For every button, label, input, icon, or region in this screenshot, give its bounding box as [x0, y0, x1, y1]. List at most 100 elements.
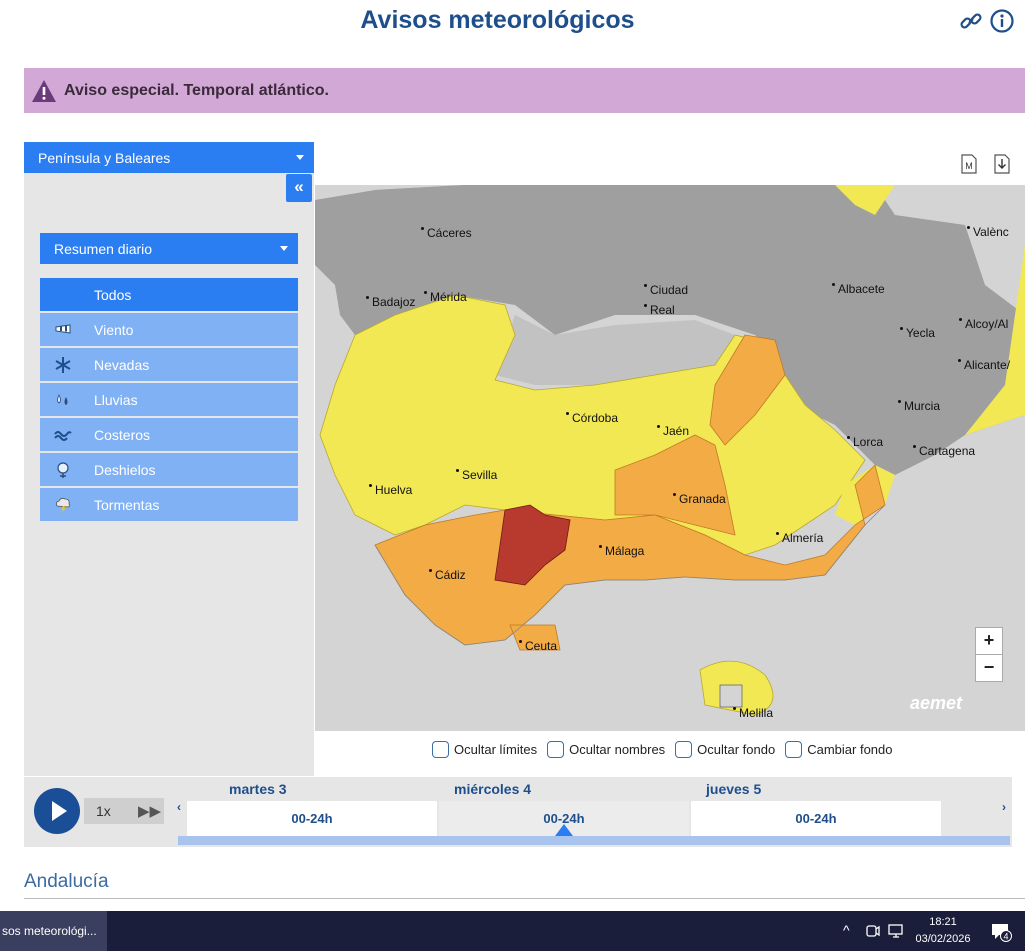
city-label: Córdoba [565, 411, 619, 425]
filter-todos[interactable]: Todos [40, 278, 298, 311]
region-select-label: Península y Baleares [38, 149, 171, 166]
city-label: Albacete [832, 282, 885, 296]
city-label: Cáceres [421, 226, 472, 240]
tray-expand-icon[interactable]: ^ [843, 922, 850, 938]
filter-costeros[interactable]: Costeros [40, 418, 298, 451]
city-label: Almería [775, 531, 824, 545]
timeline-day[interactable]: martes 3 00-24h [187, 777, 439, 836]
timeline-marker[interactable] [555, 824, 573, 836]
summary-select-label: Resumen diario [54, 240, 153, 257]
area-title: Andalucía [24, 871, 109, 892]
city-label: Ceuta [518, 639, 558, 653]
taskbar-app-item[interactable]: sos meteorológi... [0, 911, 107, 951]
warnings-map[interactable]: Cáceres Badajoz Mérida Ciudad Real Albac… [315, 185, 1025, 731]
zoom-out-button[interactable]: − [975, 654, 1003, 682]
snowflake-icon [55, 357, 71, 373]
city-label: Badajoz [365, 295, 416, 309]
network-icon[interactable] [887, 923, 905, 939]
summary-select[interactable]: Resumen diario [40, 233, 298, 264]
city-label: Murcia [897, 399, 941, 413]
clock-date: 03/02/2026 [915, 933, 971, 945]
notifications-icon[interactable]: 4 [990, 921, 1012, 943]
option-label: Ocultar fondo [697, 742, 776, 757]
download-icon[interactable] [993, 153, 1011, 175]
timeline-next-button[interactable]: › [1002, 800, 1006, 814]
hide-background-checkbox[interactable]: Ocultar fondo [675, 741, 775, 758]
city-label: Alicante/ [957, 358, 1011, 372]
map-canvas [315, 185, 1025, 731]
meet-now-icon[interactable] [864, 923, 880, 939]
storm-icon [55, 497, 71, 513]
wind-icon [55, 324, 71, 334]
city-label: Mérida [424, 290, 467, 304]
checkbox-box[interactable] [432, 741, 449, 758]
time-slot[interactable]: 00-24h [691, 801, 941, 836]
filter-label: Lluvias [94, 392, 138, 408]
info-icon[interactable] [989, 8, 1015, 34]
day-name: martes 3 [229, 781, 287, 797]
timeline-prev-button[interactable]: ‹ [177, 800, 181, 814]
fast-forward-icon[interactable]: ▶▶ [138, 802, 161, 820]
rain-icon [57, 394, 68, 405]
city-label: Jaén [656, 424, 690, 438]
filter-deshielos[interactable]: Deshielos [40, 453, 298, 486]
city-label: Huelva [368, 483, 413, 497]
play-button[interactable] [34, 788, 80, 834]
time-slot[interactable]: 00-24h [187, 801, 437, 836]
filter-label: Todos [94, 287, 132, 303]
filter-label: Costeros [94, 427, 151, 443]
option-label: Ocultar límites [454, 742, 538, 757]
city-label: Valènc [967, 225, 1009, 239]
special-warning-banner: Aviso especial. Temporal atlántico. [24, 68, 1025, 113]
city-label: Málaga [598, 544, 645, 558]
region-select[interactable]: Península y Baleares [24, 142, 314, 173]
change-background-checkbox[interactable]: Cambiar fondo [785, 741, 893, 758]
hide-limits-checkbox[interactable]: Ocultar límites [432, 741, 537, 758]
city-label: Ciudad [643, 283, 689, 297]
filter-viento[interactable]: Viento [40, 313, 298, 346]
city-label: Alcoy/Al [958, 317, 1009, 331]
city-label: Melilla [732, 706, 774, 720]
waves-icon [54, 431, 72, 441]
checkbox-box[interactable] [547, 741, 565, 758]
speed-control[interactable]: 1x ▶▶ [84, 798, 164, 824]
city-label: Cádiz [429, 568, 466, 582]
timeline-scrollbar[interactable] [178, 836, 1010, 845]
taskbar-clock[interactable]: 18:21 03/02/2026 [908, 914, 978, 948]
caret-down-icon [296, 155, 304, 160]
filter-nevadas[interactable]: Nevadas [40, 348, 298, 381]
filter-label: Nevadas [94, 357, 150, 373]
city-label: Granada [673, 492, 726, 506]
warning-triangle-icon [32, 79, 56, 102]
checkbox-box[interactable] [675, 741, 693, 758]
page-header: Avisos meteorológicos [0, 0, 1025, 50]
option-label: Ocultar nombres [569, 742, 666, 757]
city-label: Lorca [846, 435, 884, 449]
city-label: Cartagena [912, 444, 976, 458]
filter-label: Viento [94, 322, 134, 338]
notifications-badge: 4 [1003, 932, 1008, 942]
page-title: Avisos meteorológicos [360, 6, 635, 34]
link-icon[interactable] [958, 8, 984, 34]
banner-text: Aviso especial. Temporal atlántico. [64, 81, 329, 99]
option-label: Cambiar fondo [807, 742, 893, 757]
speed-label: 1x [96, 803, 111, 819]
filter-label: Deshielos [94, 462, 156, 478]
day-name: jueves 5 [706, 781, 762, 797]
timeline-day[interactable]: jueves 5 00-24h [691, 777, 943, 836]
filter-lluvias[interactable]: Lluvias [40, 383, 298, 416]
city-label: Yecla [900, 326, 935, 340]
divider [24, 898, 1025, 899]
map-options: Ocultar límites Ocultar nombres Ocultar … [432, 741, 903, 758]
filter-tormentas[interactable]: Tormentas [40, 488, 298, 521]
aemet-logo: aemet [910, 693, 963, 713]
map-mode-icon[interactable]: M [960, 153, 978, 175]
svg-text:M: M [965, 161, 973, 171]
caret-down-icon [280, 246, 288, 251]
collapse-sidebar-button[interactable]: « [286, 174, 312, 202]
checkbox-box[interactable] [785, 741, 803, 758]
hide-names-checkbox[interactable]: Ocultar nombres [547, 741, 665, 758]
warning-type-filters: Todos Viento Nevadas Lluvias Costeros De… [40, 278, 298, 523]
zoom-in-button[interactable]: + [975, 627, 1003, 655]
filter-label: Tormentas [94, 497, 160, 513]
